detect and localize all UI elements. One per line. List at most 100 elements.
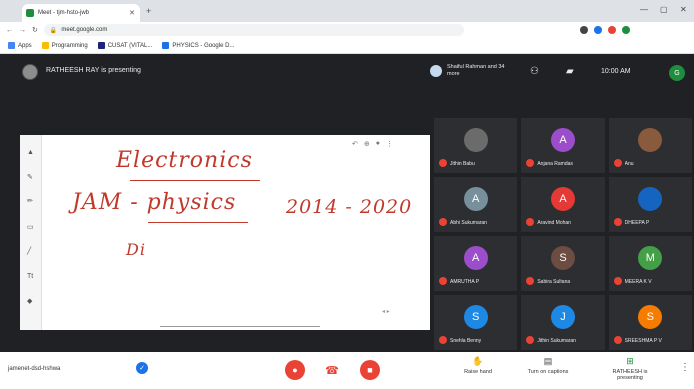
- participant-name: AMRUTHA P: [450, 279, 480, 285]
- participants-summary[interactable]: Shaiful Rahman and 34 more: [430, 64, 507, 78]
- participant-name: Aravind Mohan: [537, 220, 571, 226]
- color-icon[interactable]: ●: [376, 140, 380, 148]
- minimize-icon[interactable]: —: [640, 5, 648, 14]
- more-icon[interactable]: ⋮: [386, 140, 393, 148]
- reload-icon[interactable]: ↻: [32, 26, 38, 34]
- participant-avatar: S: [638, 305, 663, 329]
- participant-avatar: [463, 128, 488, 152]
- underline-decoration: [148, 222, 248, 223]
- mic-off-icon: [613, 159, 622, 167]
- clock: 10:00 AM: [601, 68, 631, 75]
- participant-tile[interactable]: Jithin Babu: [432, 116, 520, 175]
- participant-avatar: S: [550, 246, 575, 270]
- participant-avatar: M: [638, 246, 663, 270]
- meeting-details[interactable]: jamenet-dsd-hshwa: [8, 366, 60, 372]
- participant-tile[interactable]: A Aravind Mohan: [519, 175, 607, 234]
- participant-tile[interactable]: Anu: [606, 116, 694, 175]
- pen-tool-icon[interactable]: ✎: [27, 173, 33, 181]
- bookmark-item[interactable]: Apps: [8, 42, 32, 49]
- profile-icon[interactable]: [621, 26, 630, 34]
- chat-icon[interactable]: ▰: [566, 66, 574, 77]
- line-tool-icon[interactable]: ╱: [27, 247, 31, 255]
- participant-tile[interactable]: S Sabira Sultana: [519, 234, 607, 293]
- bookmark-item[interactable]: CUSAT (VITAL...: [97, 42, 152, 49]
- participant-avatar: J: [550, 305, 575, 329]
- select-tool-icon[interactable]: ▲: [27, 149, 34, 156]
- address-bar[interactable]: 🔒 meet.google.com: [43, 24, 464, 36]
- underline-decoration: [130, 180, 260, 181]
- undo-icon[interactable]: ↶: [352, 140, 358, 148]
- people-icon[interactable]: ⚇: [530, 66, 539, 77]
- forward-icon[interactable]: →: [19, 27, 26, 34]
- extension-icon[interactable]: [593, 26, 602, 34]
- participant-tile[interactable]: A Abhi Sukumaran: [432, 175, 520, 234]
- my-avatar[interactable]: G: [669, 65, 685, 81]
- captions-icon: ▤: [543, 356, 553, 366]
- lock-icon: 🔒: [49, 27, 58, 34]
- text-tool-icon[interactable]: Tt: [27, 273, 33, 280]
- others-label: Shaiful Rahman and 34 more: [447, 64, 505, 77]
- more-options-icon[interactable]: ⋮: [680, 362, 690, 373]
- hand-icon: ✋: [472, 356, 484, 366]
- shape-tool-icon[interactable]: ◆: [27, 297, 32, 305]
- participant-tile[interactable]: DHEEPA P: [606, 175, 694, 234]
- window-close-icon[interactable]: ✕: [680, 5, 687, 14]
- participant-avatar: [638, 187, 663, 211]
- board-line-4: Di: [126, 240, 146, 259]
- participant-name: Anjana Ramdas: [537, 161, 573, 167]
- mic-off-icon: [526, 159, 535, 167]
- participant-avatar: A: [550, 128, 575, 152]
- presenter-label: RATHEESH RAY is presenting: [46, 67, 141, 74]
- folder-icon: [41, 42, 49, 49]
- maximize-icon[interactable]: ▢: [660, 5, 668, 14]
- participant-tile[interactable]: A AMRUTHA P: [432, 234, 520, 293]
- mic-off-icon: [613, 336, 622, 344]
- mic-off-button[interactable]: ●: [285, 360, 305, 380]
- leave-call-button[interactable]: ☎: [322, 360, 342, 380]
- raise-hand-button[interactable]: ✋ Raise hand: [448, 356, 508, 375]
- camera-off-button[interactable]: ■: [360, 360, 380, 380]
- page-controls[interactable]: ◂ ▸: [382, 308, 390, 315]
- docs-icon: [162, 42, 170, 49]
- participant-tile[interactable]: S Snehla Benny: [432, 293, 520, 352]
- zoom-icon[interactable]: ⊕: [364, 140, 370, 148]
- close-tab-icon[interactable]: ✕: [129, 9, 135, 17]
- meet-bottom-bar: [0, 352, 694, 389]
- presenter-avatar: [22, 64, 38, 80]
- mic-off-icon: [439, 159, 447, 167]
- mic-off-icon: [439, 336, 447, 344]
- participant-name: Anu: [624, 161, 634, 167]
- whiteboard-toolbar: ▲ ✎ ✏ ▭ ╱ Tt ◆: [20, 135, 42, 330]
- participant-name: Sabira Sultana: [537, 279, 571, 285]
- participant-name: Snehla Benny: [450, 338, 482, 344]
- apps-icon: [8, 42, 15, 49]
- present-button[interactable]: ⊞ RATHEESH is presenting: [600, 356, 660, 381]
- back-icon[interactable]: ←: [6, 27, 13, 34]
- participant-name: SREESHMA P V: [624, 338, 662, 344]
- participant-name: Abhi Sukumaran: [450, 220, 487, 226]
- bookmark-item[interactable]: PHYSICS - Google D...: [162, 42, 234, 49]
- new-tab-icon[interactable]: +: [146, 6, 151, 16]
- scrollbar[interactable]: [160, 326, 320, 327]
- mic-off-icon: [439, 218, 447, 226]
- tab-title: Meet - tjm-hsto-jwb: [38, 10, 90, 16]
- participant-avatar: A: [463, 187, 488, 211]
- marker-tool-icon[interactable]: ✏: [27, 197, 33, 205]
- participant-tile[interactable]: J Jithin Sukumaran: [519, 293, 607, 352]
- mic-off-icon: [526, 277, 535, 285]
- bookmark-item[interactable]: Programming: [41, 42, 88, 49]
- present-icon: ⊞: [626, 356, 634, 366]
- captions-button[interactable]: ▤ Turn on captions: [518, 356, 578, 375]
- participant-tile[interactable]: S SREESHMA P V: [606, 293, 694, 352]
- shield-icon[interactable]: ✓: [136, 362, 148, 374]
- eraser-tool-icon[interactable]: ▭: [27, 223, 34, 231]
- extension-icon[interactable]: [579, 26, 588, 34]
- participant-tile[interactable]: M MEERA K V: [606, 234, 694, 293]
- participant-tile[interactable]: A Anjana Ramdas: [519, 116, 607, 175]
- address-text: meet.google.com: [61, 27, 108, 33]
- whiteboard-topbar: ↶ ⊕ ● ⋮: [352, 140, 393, 148]
- mic-off-icon: [526, 218, 535, 226]
- participant-avatar: S: [463, 305, 488, 329]
- extension-icon[interactable]: [607, 26, 616, 34]
- browser-tab[interactable]: Meet - tjm-hsto-jwb ✕: [22, 4, 140, 22]
